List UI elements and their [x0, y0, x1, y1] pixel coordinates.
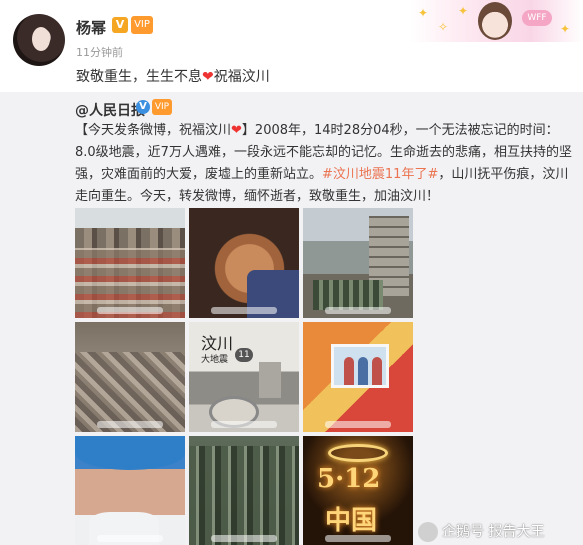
image-tile-memorial-clock[interactable]: 汶川 大地震 11 [189, 322, 299, 432]
image-tile-soldiers[interactable] [189, 436, 299, 545]
original-text-part: 【今天发条微博，祝福汶川 [75, 123, 232, 138]
candle-text-bottom: 中国 [325, 506, 378, 536]
original-author[interactable]: @人民日报 [75, 100, 145, 120]
star-icon: ✦ [418, 6, 429, 20]
candle-heart-icon [328, 444, 388, 462]
avatar[interactable] [13, 14, 65, 66]
vip-badge-icon: VIP [152, 99, 172, 115]
image-grid: 汶川 大地震 11 5·12 中国 [75, 208, 413, 545]
post-text-main: 致敬重生，生生不息 [76, 69, 202, 85]
image-caption-number: 11 [235, 348, 253, 362]
penguin-logo-icon [418, 522, 438, 542]
username[interactable]: 杨幂 [76, 17, 106, 38]
star-icon: ✧ [438, 20, 449, 34]
decoration-tag: WFF [522, 10, 552, 26]
watermark-text: 企鹅号 报告大王 [442, 524, 545, 540]
original-post-text: 【今天发条微博，祝福汶川❤】2008年，14时28分04秒，一个无法被忘记的时间… [75, 120, 575, 208]
image-tile-family-photo[interactable] [303, 322, 413, 432]
star-icon: ✦ [458, 4, 469, 18]
post-text: 致敬重生，生生不息❤祝福汶川 [76, 66, 270, 86]
heart-icon: ❤ [231, 123, 242, 138]
post-header: 杨幂 V VIP 11分钟前 致敬重生，生生不息❤祝福汶川 ✦ ✧ ✦ WFF … [0, 0, 583, 92]
watermark: 企鹅号 报告大王 [418, 521, 544, 542]
vip-badge-icon: VIP [131, 16, 153, 34]
header-decoration: ✦ ✧ ✦ WFF ✦ [410, 0, 583, 42]
verified-badge-icon: V [136, 100, 150, 114]
image-tile-rescue-workers[interactable] [303, 208, 413, 318]
image-caption-title: 汶川 [201, 334, 234, 353]
image-tile-candle-vigil[interactable]: 5·12 中国 [303, 436, 413, 545]
hashtag-link[interactable]: #汶川地震11年了# [322, 167, 438, 182]
image-tile-ruined-town[interactable] [75, 208, 185, 318]
image-caption-subtitle: 大地震 [201, 355, 229, 365]
reposted-content: @人民日报 V VIP 【今天发条微博，祝福汶川❤】2008年，14时28分04… [0, 92, 583, 545]
image-tile-medic[interactable] [75, 436, 185, 545]
heart-icon: ❤ [202, 69, 214, 85]
image-tile-holding-hands[interactable] [189, 208, 299, 318]
post-timestamp[interactable]: 11分钟前 [76, 44, 123, 60]
decoration-portrait [478, 2, 512, 40]
star-icon: ✦ [560, 22, 571, 36]
candle-text-top: 5·12 [317, 464, 381, 494]
image-tile-rubble-rescue[interactable] [75, 322, 185, 432]
post-text-end: 祝福汶川 [213, 69, 270, 85]
verified-badge-icon: V [112, 17, 128, 33]
